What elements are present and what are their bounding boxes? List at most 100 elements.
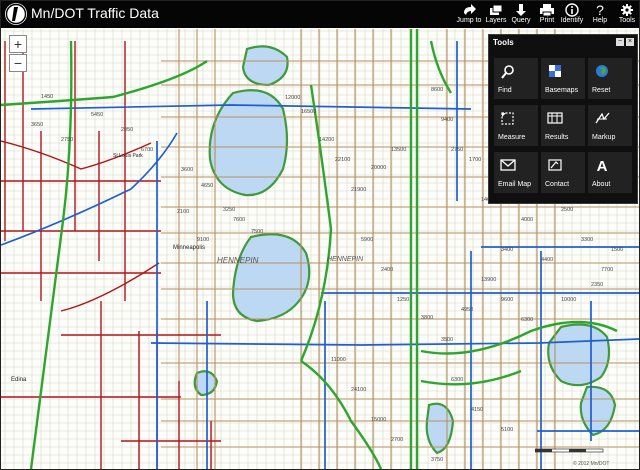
aadt-label: 7700 — [601, 267, 613, 273]
tool-label: Find — [498, 87, 512, 94]
small-lake — [193, 370, 219, 397]
area-label: Minneapolis — [173, 245, 205, 251]
aadt-label: 2100 — [177, 209, 189, 215]
aadt-label: 22100 — [335, 157, 350, 163]
aadt-label: 1500 — [611, 247, 623, 253]
aadt-label: 2350 — [591, 282, 603, 288]
aadt-label: 2500 — [561, 207, 573, 213]
markup-icon — [595, 112, 610, 124]
tool-markup-button[interactable]: Markup — [588, 105, 632, 146]
tool-label: Email Map — [498, 181, 532, 188]
contact-icon — [548, 159, 562, 171]
tool-label: About — [592, 181, 611, 188]
aadt-label: 14200 — [319, 137, 334, 143]
identify-label: Identify — [560, 17, 584, 24]
tool-find-button[interactable]: Find — [494, 58, 538, 99]
jump-button[interactable]: Jump to — [453, 2, 485, 28]
map-frame: 1450 3650 2750 5450 2950 6700 3600 4650 3250 7600… — [0, 0, 640, 470]
table-icon — [547, 112, 563, 124]
scale-bar — [535, 448, 604, 453]
tool-label: Basemaps — [545, 87, 579, 94]
tool-email-map-button[interactable]: Email Map — [494, 152, 538, 193]
aadt-label: 6700 — [141, 147, 153, 153]
zoom-in-button[interactable]: + — [9, 35, 27, 53]
aadt-label: 1700 — [469, 157, 481, 163]
aadt-label: 4650 — [201, 183, 213, 189]
aadt-label: 20000 — [371, 165, 386, 171]
aadt-label: 5900 — [361, 237, 373, 243]
aadt-label: 7600 — [233, 217, 245, 223]
print-label: Print — [539, 17, 555, 24]
aadt-label: 3650 — [31, 122, 43, 128]
tool-label: Reset — [592, 87, 611, 94]
aadt-label: 16500 — [301, 109, 316, 115]
area-label: HENNEPIN — [217, 256, 259, 265]
aadt-label: 1250 — [397, 297, 409, 303]
tool-label: Measure — [498, 134, 526, 141]
aadt-label: 12000 — [285, 95, 300, 101]
help-button[interactable]: ? Help — [587, 2, 613, 28]
aadt-label: 24100 — [351, 387, 366, 393]
basemap-icon — [549, 65, 561, 77]
aadt-label: 21900 — [351, 187, 366, 193]
print-button[interactable]: Print — [534, 2, 560, 28]
printer-icon — [540, 4, 554, 17]
app-title: Mn/DOT Traffic Data — [31, 5, 159, 21]
aadt-label: 3400 — [501, 247, 513, 253]
lake-nokomis — [547, 323, 611, 387]
layers-button[interactable]: Layers — [483, 2, 509, 28]
globe-icon — [596, 65, 608, 77]
tool-label: Results — [545, 134, 569, 141]
copyright-text: © 2012 Mn/DOT — [573, 461, 610, 467]
query-arrow-icon — [516, 4, 526, 16]
aadt-label: 5100 — [501, 427, 513, 433]
tool-reset-button[interactable]: Reset — [588, 58, 632, 99]
tools-label: Tools — [618, 17, 636, 24]
tools-panel: Tools − × Find Basemaps Reset Measure Result… — [488, 34, 638, 204]
tool-results-button[interactable]: Results — [541, 105, 585, 146]
aadt-label: 5450 — [91, 112, 103, 118]
tools-panel-title: Tools — [493, 38, 514, 47]
tool-contact-button[interactable]: Contact — [541, 152, 585, 193]
aadt-label: 4400 — [541, 257, 553, 263]
tool-basemaps-button[interactable]: Basemaps — [541, 58, 585, 99]
aadt-label: 4950 — [461, 307, 473, 313]
tools-button[interactable]: Tools — [614, 2, 639, 28]
aadt-label: 3800 — [421, 315, 433, 321]
jump-label: Jump to — [456, 17, 482, 24]
svg-text:?: ? — [596, 3, 604, 17]
tool-about-button[interactable]: A About — [588, 152, 632, 193]
zoom-out-button[interactable]: − — [9, 54, 27, 72]
gear-icon — [621, 4, 633, 16]
mndot-logo-icon — [5, 3, 27, 25]
aadt-label: 6300 — [521, 317, 533, 323]
identify-button[interactable]: Identify — [559, 2, 585, 28]
close-button[interactable]: × — [626, 38, 634, 46]
tool-label: Markup — [592, 134, 616, 141]
query-label: Query — [511, 17, 531, 24]
aadt-label: 2750 — [451, 147, 463, 153]
aadt-label: 4000 — [521, 217, 533, 223]
aadt-label: 2750 — [61, 137, 73, 143]
envelope-icon — [500, 159, 516, 171]
query-button[interactable]: Query — [508, 2, 534, 28]
aadt-label: 3600 — [181, 167, 193, 173]
aadt-label: 4150 — [471, 407, 483, 413]
help-label: Help — [592, 17, 608, 24]
aadt-label: 10000 — [561, 297, 576, 303]
aadt-label: 9100 — [197, 237, 209, 243]
aadt-label: 1450 — [41, 94, 53, 100]
aadt-label: 8600 — [431, 87, 443, 93]
about-icon: A — [597, 158, 608, 173]
info-icon — [565, 3, 579, 17]
aadt-label: 15000 — [371, 417, 386, 423]
tool-measure-button[interactable]: Measure — [494, 105, 538, 146]
aadt-label: 3750 — [431, 457, 443, 463]
aadt-label: 13900 — [481, 277, 496, 283]
question-icon: ? — [596, 3, 604, 17]
cedar-lake — [241, 45, 289, 87]
aadt-label: 11000 — [331, 357, 346, 363]
minimize-button[interactable]: − — [616, 38, 624, 46]
layers-label: Layers — [485, 17, 507, 24]
area-label: Edina — [11, 377, 27, 383]
